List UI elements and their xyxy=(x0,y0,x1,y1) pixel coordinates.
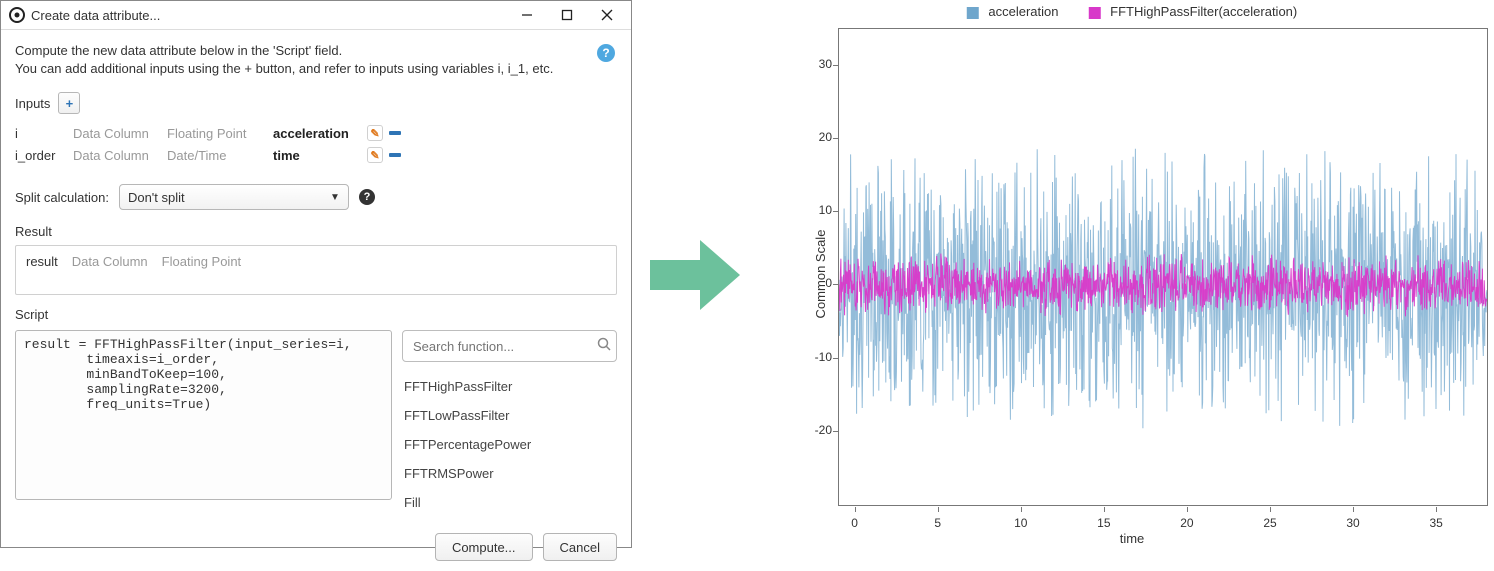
function-item[interactable]: FFTLowPassFilter xyxy=(402,401,617,430)
x-tick-label: 5 xyxy=(934,516,941,530)
function-item[interactable]: FFTPercentagePower xyxy=(402,430,617,459)
y-tick-label: 20 xyxy=(808,130,832,144)
plot-area xyxy=(838,28,1488,506)
result-kind: Data Column xyxy=(72,254,148,269)
x-axis-label: time xyxy=(1120,531,1145,546)
input-var: i_order xyxy=(15,148,59,163)
legend-item: FFTHighPassFilter(acceleration) xyxy=(1089,4,1298,19)
y-tick-label: -20 xyxy=(808,423,832,437)
input-kind: Data Column xyxy=(73,126,153,141)
titlebar: Create data attribute... xyxy=(1,1,631,30)
input-name: acceleration xyxy=(273,126,353,141)
search-icon xyxy=(597,337,612,355)
add-input-button[interactable]: + xyxy=(58,92,80,114)
window-maximize-button[interactable] xyxy=(547,1,587,29)
x-tick-label: 0 xyxy=(851,516,858,530)
legend-label: acceleration xyxy=(988,4,1058,19)
window-minimize-button[interactable] xyxy=(507,1,547,29)
input-dtype: Date/Time xyxy=(167,148,259,163)
y-tick-label: 30 xyxy=(808,57,832,71)
legend-swatch xyxy=(1089,7,1101,19)
function-item[interactable]: FFTRMSPower xyxy=(402,459,617,488)
pencil-icon[interactable]: ✎ xyxy=(367,147,383,163)
y-tick-label: -10 xyxy=(808,350,832,364)
pencil-icon[interactable]: ✎ xyxy=(367,125,383,141)
input-dtype: Floating Point xyxy=(167,126,259,141)
dialog-description: Compute the new data attribute below in … xyxy=(15,42,617,78)
function-item[interactable]: FFTHighPassFilter xyxy=(402,372,617,401)
split-value: Don't split xyxy=(128,190,185,205)
x-tick-label: 15 xyxy=(1097,516,1110,530)
split-label: Split calculation: xyxy=(15,190,109,205)
legend-swatch xyxy=(967,7,979,19)
app-icon xyxy=(9,7,25,23)
x-tick-label: 25 xyxy=(1263,516,1276,530)
remove-input-button[interactable] xyxy=(389,131,401,135)
cancel-button[interactable]: Cancel xyxy=(543,533,617,561)
remove-input-button[interactable] xyxy=(389,153,401,157)
window-close-button[interactable] xyxy=(587,1,627,29)
legend-label: FFTHighPassFilter(acceleration) xyxy=(1110,4,1297,19)
script-textarea[interactable]: result = FFTHighPassFilter(input_series=… xyxy=(15,330,392,500)
search-input[interactable] xyxy=(411,338,591,355)
input-row: i_order Data Column Date/Time time ✎ xyxy=(15,144,617,166)
input-kind: Data Column xyxy=(73,148,153,163)
compute-button[interactable]: Compute... xyxy=(435,533,533,561)
chart-legend: acceleration FFTHighPassFilter(accelerat… xyxy=(967,4,1297,19)
desc-line: You can add additional inputs using the … xyxy=(15,60,617,78)
x-tick-label: 35 xyxy=(1429,516,1442,530)
inputs-table: i Data Column Floating Point acceleratio… xyxy=(15,122,617,166)
result-box: result Data Column Floating Point xyxy=(15,245,617,295)
create-data-attribute-dialog: Create data attribute... Compute the new… xyxy=(0,0,632,548)
dialog-title: Create data attribute... xyxy=(31,8,160,23)
y-tick-label: 10 xyxy=(808,203,832,217)
arrow-icon xyxy=(650,240,740,310)
y-tick-label: 0 xyxy=(808,276,832,290)
chart: acceleration FFTHighPassFilter(accelerat… xyxy=(770,0,1494,548)
input-row: i Data Column Floating Point acceleratio… xyxy=(15,122,617,144)
script-header: Script xyxy=(15,307,617,322)
result-dtype: Floating Point xyxy=(162,254,242,269)
result-var: result xyxy=(26,254,58,269)
function-list: FFTHighPassFilter FFTLowPassFilter FFTPe… xyxy=(402,372,617,517)
info-icon[interactable]: ? xyxy=(359,189,375,205)
y-axis-label: Common Scale xyxy=(813,230,828,319)
function-item[interactable]: Fill xyxy=(402,488,617,517)
input-var: i xyxy=(15,126,59,141)
x-tick-label: 20 xyxy=(1180,516,1193,530)
x-tick-label: 10 xyxy=(1014,516,1027,530)
split-calculation-dropdown[interactable]: Don't split ▼ xyxy=(119,184,349,210)
x-tick-label: 30 xyxy=(1346,516,1359,530)
desc-line: Compute the new data attribute below in … xyxy=(15,42,617,60)
chevron-down-icon: ▼ xyxy=(330,192,340,203)
function-search[interactable] xyxy=(402,330,617,362)
help-icon[interactable]: ? xyxy=(597,44,615,62)
legend-item: acceleration xyxy=(967,4,1059,19)
input-name: time xyxy=(273,148,353,163)
inputs-label: Inputs xyxy=(15,96,50,111)
functions-panel: FFTHighPassFilter FFTLowPassFilter FFTPe… xyxy=(402,330,617,517)
result-header: Result xyxy=(15,224,617,239)
